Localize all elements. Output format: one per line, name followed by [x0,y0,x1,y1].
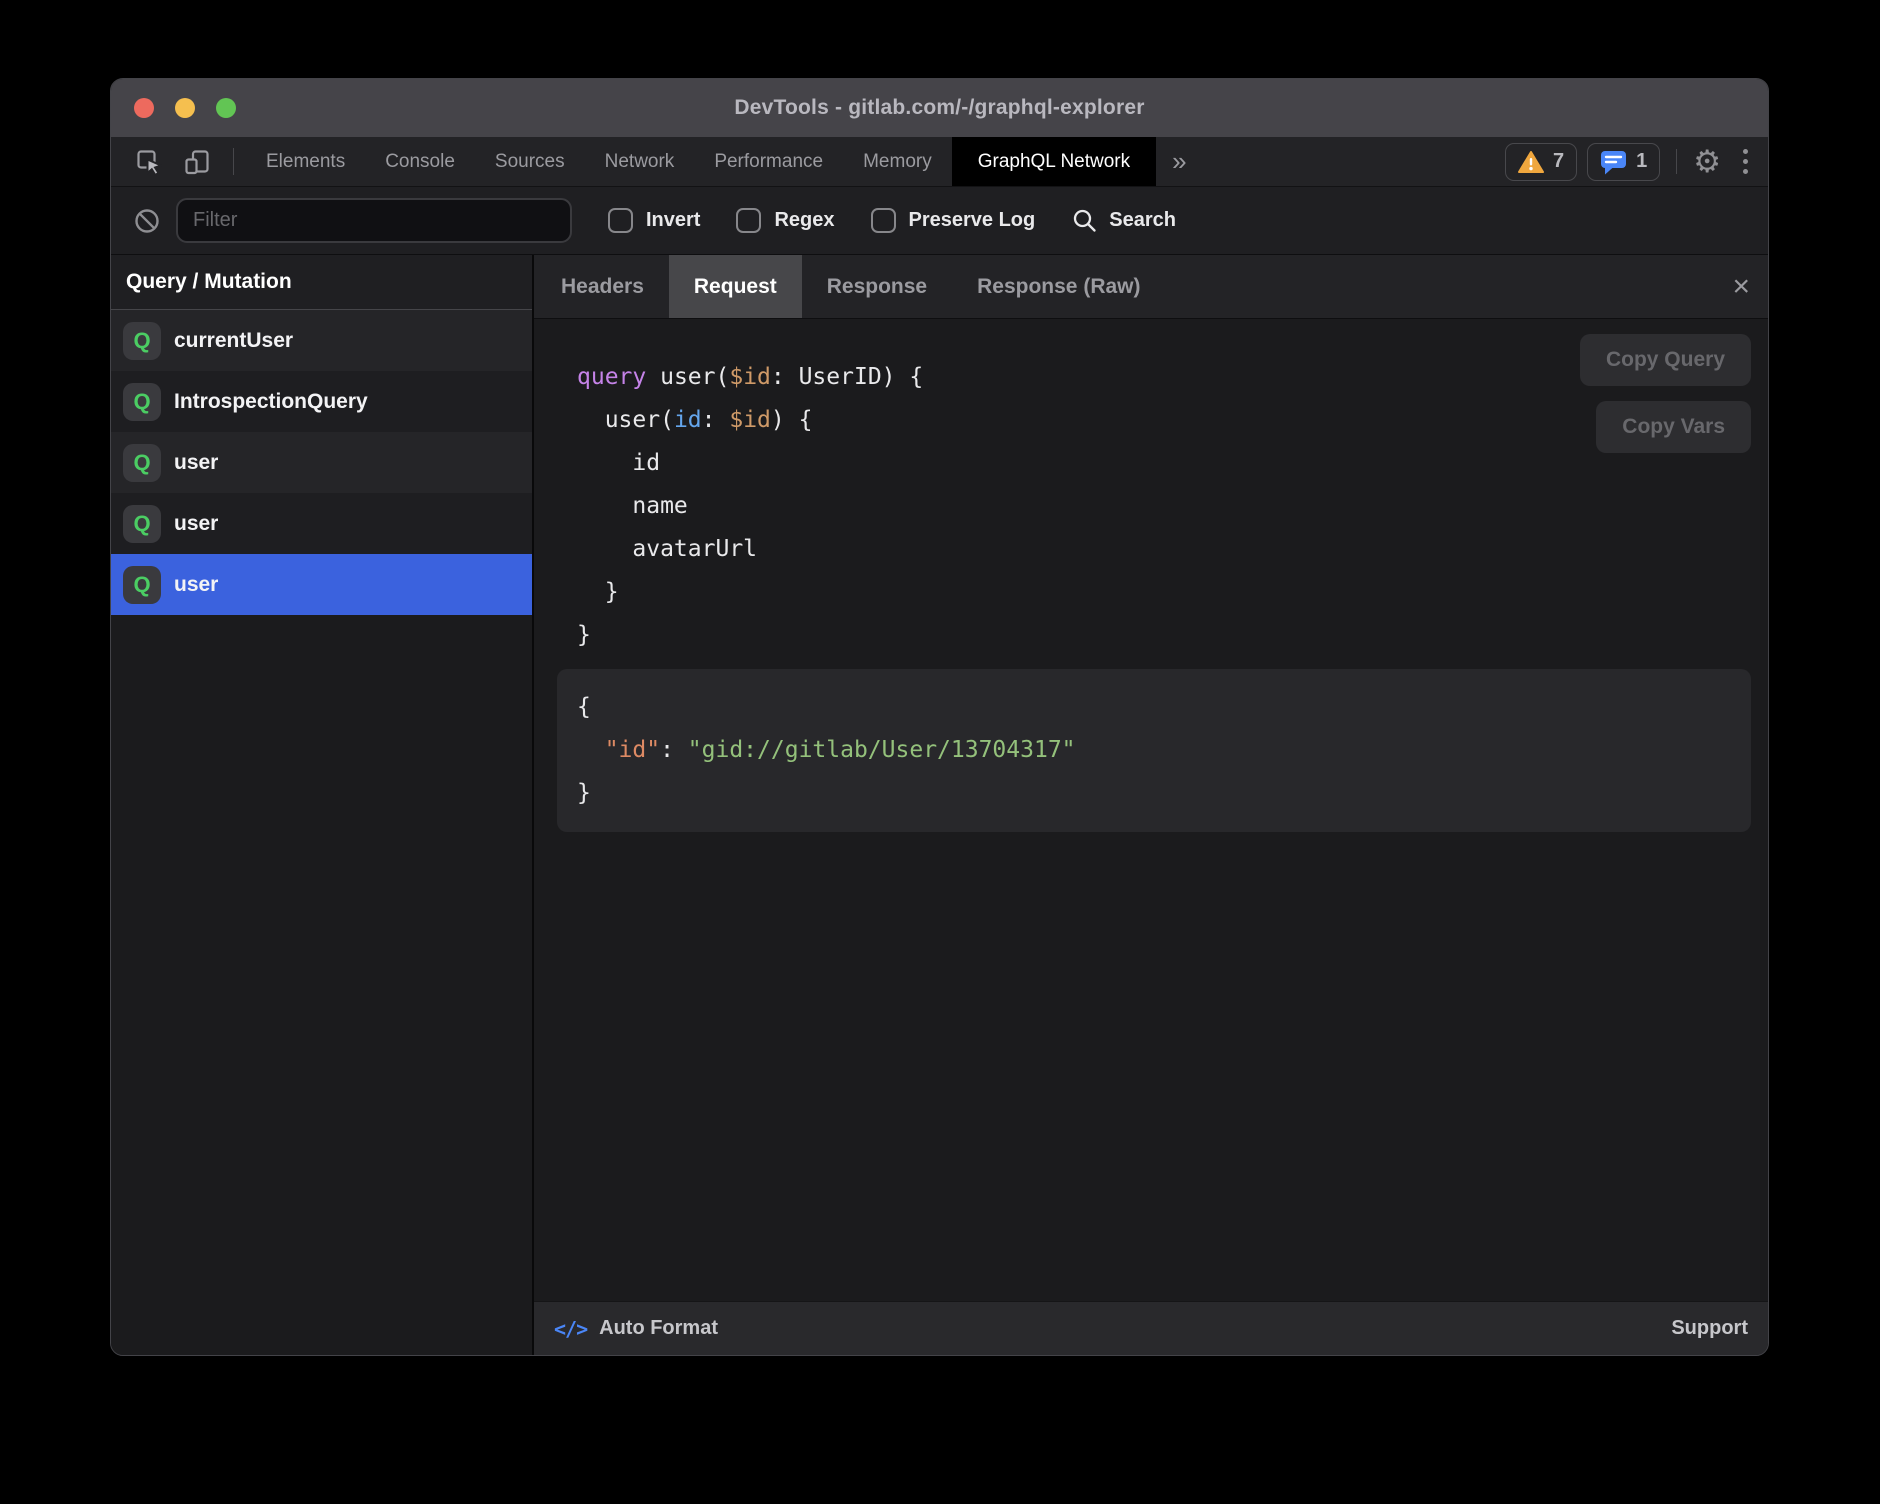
query-list-item-user[interactable]: Quser [111,554,532,615]
titlebar: DevTools - gitlab.com/-/graphql-explorer [111,79,1768,137]
query-type-badge: Q [123,322,161,360]
auto-format-control[interactable]: </> Auto Format [554,1317,718,1341]
warnings-badge[interactable]: 7 [1505,143,1577,181]
filter-bar: Invert Regex Preserve Log Search [111,187,1768,255]
tab-response[interactable]: Response [802,255,952,318]
query-list-item-currentUser[interactable]: QcurrentUser [111,310,532,371]
preserve-log-checkbox-group: Preserve Log [871,208,1036,233]
panel-tabs-strip: ElementsConsoleSourcesNetworkPerformance… [246,137,1156,186]
tab-network[interactable]: Network [585,137,695,186]
query-name-label: user [174,512,218,536]
invert-checkbox-group: Invert [608,208,700,233]
query-mutation-header: Query / Mutation [111,255,532,310]
issues-count: 1 [1636,150,1647,173]
code-brackets-icon: </> [554,1317,587,1341]
copy-vars-button[interactable]: Copy Vars [1596,401,1751,453]
query-list-item-user[interactable]: Quser [111,432,532,493]
tab-performance[interactable]: Performance [694,137,843,186]
device-toolbar-icon[interactable] [173,137,221,186]
query-list-item-user[interactable]: Quser [111,493,532,554]
traffic-lights [134,79,236,137]
query-type-badge: Q [123,383,161,421]
panel-footer: </> Auto Format Support [534,1301,1768,1355]
preserve-log-checkbox[interactable] [871,208,896,233]
query-list: QcurrentUserQIntrospectionQueryQuserQuse… [111,310,532,615]
query-type-badge: Q [123,444,161,482]
query-type-badge: Q [123,566,161,604]
settings-gear-icon[interactable]: ⚙ [1679,137,1735,186]
tab-headers[interactable]: Headers [536,255,669,318]
search-control[interactable]: Search [1071,207,1176,234]
close-icon[interactable]: × [1732,255,1750,318]
window-title: DevTools - gitlab.com/-/graphql-explorer [734,96,1144,120]
auto-format-label: Auto Format [599,1317,718,1340]
tab-request[interactable]: Request [669,255,802,318]
copy-buttons: Copy Query Copy Vars [1580,334,1751,453]
query-variables-code: { "id": "gid://gitlab/User/13704317"} [577,686,1731,815]
query-type-badge: Q [123,505,161,543]
issues-badge[interactable]: 1 [1587,143,1660,181]
invert-label: Invert [646,209,700,232]
main-area: Query / Mutation QcurrentUserQIntrospect… [111,255,1768,1355]
devtools-window: DevTools - gitlab.com/-/graphql-explorer… [110,78,1769,1356]
close-window-button[interactable] [134,98,154,118]
search-icon [1071,207,1098,234]
invert-checkbox[interactable] [608,208,633,233]
query-name-label: user [174,451,218,475]
search-label: Search [1109,209,1176,232]
message-bubble-icon [1600,149,1627,175]
copy-query-button[interactable]: Copy Query [1580,334,1751,386]
tab-response-raw-[interactable]: Response (Raw) [952,255,1165,318]
tab-memory[interactable]: Memory [843,137,952,186]
request-panel: HeadersRequestResponseResponse (Raw) × q… [534,255,1768,1355]
graphql-query-code: query user($id: UserID) { user(id: $id) … [577,356,1751,657]
regex-checkbox-group: Regex [736,208,834,233]
warning-icon [1518,150,1544,174]
clear-requests-icon[interactable] [133,207,161,235]
query-name-label: user [174,573,218,597]
tab-graphql-network[interactable]: GraphQL Network [952,137,1156,186]
tab-sources[interactable]: Sources [475,137,585,186]
devtools-tabbar: ElementsConsoleSourcesNetworkPerformance… [111,137,1768,187]
tab-elements[interactable]: Elements [246,137,365,186]
query-variables-card: { "id": "gid://gitlab/User/13704317"} [557,669,1751,832]
warnings-count: 7 [1553,150,1564,173]
toolbar-divider [1676,149,1677,174]
filter-input[interactable] [176,198,572,243]
query-name-label: IntrospectionQuery [174,390,368,414]
regex-checkbox[interactable] [736,208,761,233]
query-sidebar: Query / Mutation QcurrentUserQIntrospect… [111,255,534,1355]
request-tab-content: query user($id: UserID) { user(id: $id) … [534,319,1768,1301]
query-list-item-IntrospectionQuery[interactable]: Q IntrospectionQuery [111,371,532,432]
minimize-window-button[interactable] [175,98,195,118]
toolbar-divider [233,148,234,175]
more-tabs-button[interactable]: » [1156,137,1202,186]
preserve-log-label: Preserve Log [909,209,1036,232]
query-name-label: currentUser [174,329,293,353]
inspect-element-icon[interactable] [125,137,173,186]
request-panel-tabs: HeadersRequestResponseResponse (Raw) × [534,255,1768,319]
tab-console[interactable]: Console [365,137,475,186]
regex-label: Regex [774,209,834,232]
more-options-icon[interactable] [1735,137,1768,186]
support-link[interactable]: Support [1671,1317,1748,1340]
zoom-window-button[interactable] [216,98,236,118]
